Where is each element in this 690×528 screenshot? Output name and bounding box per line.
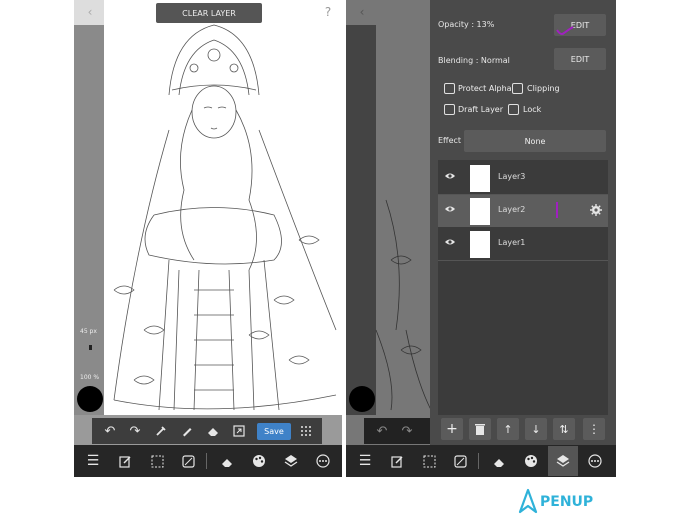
more-circle-icon[interactable] bbox=[314, 452, 332, 470]
more-circle-icon[interactable] bbox=[586, 452, 604, 470]
draft-layer-checkbox[interactable] bbox=[444, 104, 455, 115]
lock-label: Lock bbox=[523, 105, 542, 114]
eyedropper-icon[interactable] bbox=[153, 422, 169, 440]
blending-label: Blending : Normal bbox=[438, 56, 510, 65]
nav-divider bbox=[478, 453, 479, 469]
redo-icon[interactable]: ↷ bbox=[127, 422, 143, 440]
right-screen: ‹ ↶ ↷ Opacity : 13% EDIT Blending : Norm… bbox=[346, 0, 616, 477]
row-divider bbox=[438, 194, 608, 195]
add-layer-icon[interactable]: + bbox=[441, 418, 463, 440]
eraser-tool-icon[interactable] bbox=[490, 452, 508, 470]
move-up-icon[interactable]: ↑ bbox=[497, 418, 519, 440]
layer-row[interactable]: Layer3 bbox=[438, 162, 608, 194]
rotate-canvas-icon[interactable] bbox=[178, 451, 198, 471]
layer-name: Layer1 bbox=[498, 238, 526, 247]
delete-layer-icon[interactable] bbox=[469, 418, 491, 440]
eye-icon[interactable] bbox=[444, 171, 456, 181]
rotate-canvas-icon[interactable] bbox=[450, 451, 470, 471]
blending-edit-button[interactable]: EDIT bbox=[554, 48, 606, 70]
grid-icon[interactable] bbox=[298, 422, 314, 440]
nav-divider bbox=[206, 453, 207, 469]
redo-icon-dimmed: ↷ bbox=[401, 423, 413, 439]
layer-thumbnail bbox=[470, 231, 490, 258]
back-icon-dimmed[interactable]: ‹ bbox=[354, 4, 370, 20]
edit-icon[interactable] bbox=[116, 452, 134, 470]
layer-thumbnail bbox=[470, 165, 490, 192]
layer-row-selected[interactable]: Layer2 bbox=[438, 195, 608, 227]
purple-check-mark bbox=[556, 26, 574, 35]
gear-icon[interactable] bbox=[590, 204, 602, 216]
eraser-icon[interactable] bbox=[205, 422, 221, 440]
eye-icon[interactable] bbox=[444, 204, 456, 214]
help-icon[interactable]: ? bbox=[320, 4, 336, 20]
swap-layers-icon[interactable]: ⇅ bbox=[553, 418, 575, 440]
layer-name: Layer2 bbox=[498, 205, 526, 214]
lock-checkbox[interactable] bbox=[508, 104, 519, 115]
layer-row[interactable]: Layer1 bbox=[438, 228, 608, 260]
clipping-label: Clipping bbox=[527, 84, 560, 93]
layer-thumbnail bbox=[470, 198, 490, 225]
opacity-label: 100 % bbox=[80, 374, 100, 381]
protect-alpha-checkbox[interactable] bbox=[444, 83, 455, 94]
select-icon[interactable] bbox=[148, 452, 166, 470]
opacity-value-label: Opacity : 13% bbox=[438, 20, 495, 29]
undo-icon-dimmed: ↶ bbox=[376, 423, 388, 439]
palette-icon[interactable] bbox=[250, 452, 268, 470]
effect-label: Effect bbox=[438, 136, 462, 145]
more-options-icon[interactable]: ⋮ bbox=[583, 418, 605, 440]
save-button[interactable]: Save bbox=[257, 423, 291, 440]
eraser-tool-icon[interactable] bbox=[218, 452, 236, 470]
bottom-nav bbox=[74, 445, 342, 477]
menu-icon[interactable]: ☰ bbox=[84, 452, 102, 470]
size-slider-thumb[interactable] bbox=[89, 345, 92, 350]
purple-mark bbox=[556, 202, 558, 218]
brush-size-label: 45 px bbox=[80, 328, 97, 335]
row-divider bbox=[438, 260, 608, 261]
sketch-drawing bbox=[113, 24, 337, 411]
pencil-icon[interactable] bbox=[179, 422, 195, 440]
transform-icon[interactable] bbox=[231, 422, 247, 440]
clipping-checkbox[interactable] bbox=[512, 83, 523, 94]
undo-icon[interactable]: ↶ bbox=[102, 422, 118, 440]
color-swatch-dimmed bbox=[349, 386, 375, 412]
left-screen: ‹ CLEAR LAYER ? 45 px 100 % ↶ ↷ Save ☰ bbox=[74, 0, 342, 477]
palette-icon[interactable] bbox=[522, 452, 540, 470]
penup-logo-icon bbox=[518, 488, 538, 514]
eye-icon[interactable] bbox=[444, 237, 456, 247]
effect-dropdown[interactable]: None bbox=[464, 130, 606, 152]
layers-icon[interactable] bbox=[282, 452, 300, 470]
protect-alpha-label: Protect Alpha bbox=[458, 84, 512, 93]
penup-logo-text: PENUP bbox=[540, 494, 594, 510]
menu-icon[interactable]: ☰ bbox=[356, 452, 374, 470]
move-down-icon[interactable]: ↓ bbox=[525, 418, 547, 440]
clear-layer-button[interactable]: CLEAR LAYER bbox=[156, 3, 262, 23]
layers-icon[interactable] bbox=[554, 452, 572, 470]
back-icon[interactable]: ‹ bbox=[82, 4, 98, 20]
layer-name: Layer3 bbox=[498, 172, 526, 181]
edit-icon[interactable] bbox=[388, 452, 406, 470]
select-icon[interactable] bbox=[420, 452, 438, 470]
color-swatch[interactable] bbox=[77, 386, 103, 412]
draft-layer-label: Draft Layer bbox=[458, 105, 504, 114]
